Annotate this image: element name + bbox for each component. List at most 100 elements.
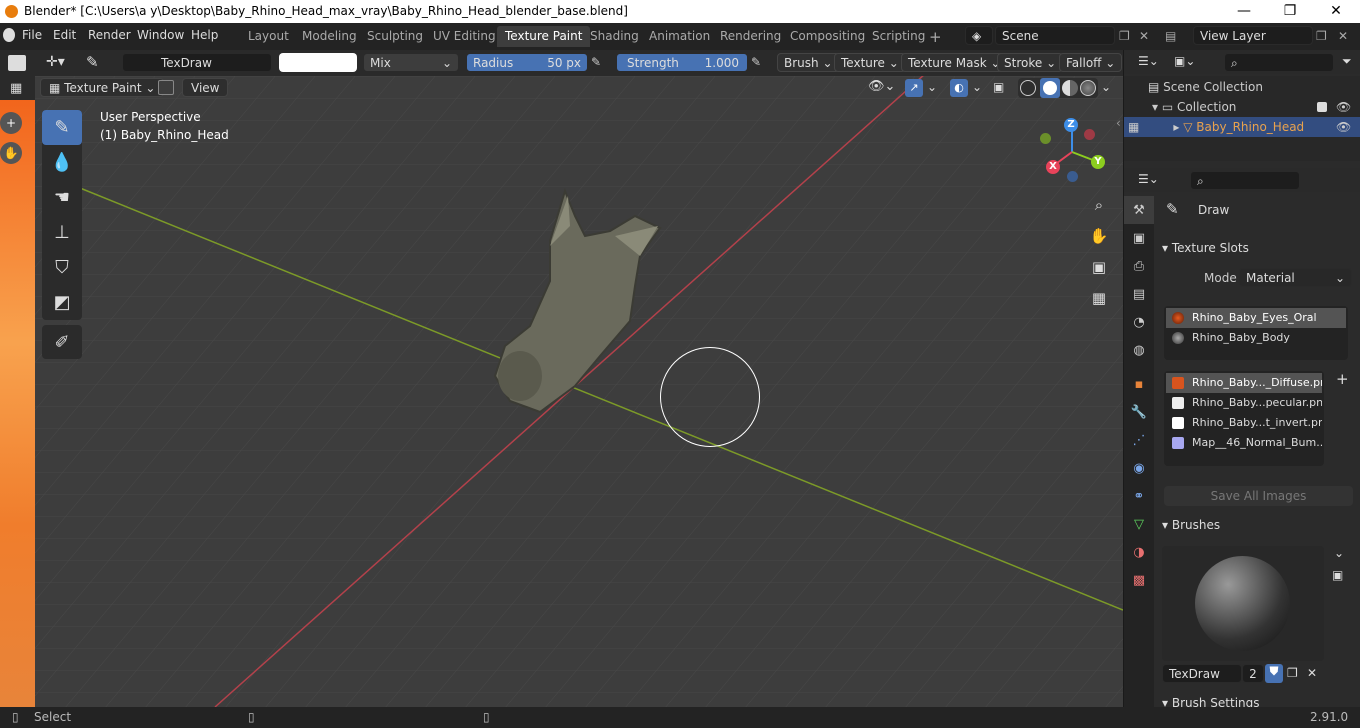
view-layer-tab-icon[interactable]: ▤ [1124, 280, 1154, 308]
list-item[interactable]: Map__46_Normal_Bum... [1166, 433, 1322, 453]
list-item[interactable]: Rhino_Baby_Body [1166, 328, 1346, 348]
filter-icon[interactable]: ⏷ [1342, 54, 1352, 69]
3d-viewport[interactable]: User Perspective (1) Baby_Rhino_Head Z Y… [35, 76, 1123, 707]
tool-tab-icon[interactable]: ⚒ [1124, 196, 1154, 224]
texture-slots-header[interactable]: ▾ Texture Slots [1162, 241, 1249, 255]
smear-tool-icon[interactable]: ☚ [42, 180, 82, 215]
sidebar-toggle-icon[interactable]: ‹ [1116, 116, 1121, 130]
eye-icon[interactable]: 👁 [1336, 97, 1351, 117]
eye-icon[interactable]: 👁 [1336, 117, 1351, 137]
editor-type-icon[interactable] [8, 55, 26, 71]
radius-pressure-icon[interactable]: ✎ [591, 55, 601, 69]
outliner-editor-icon[interactable]: ☰⌄ [1138, 54, 1159, 68]
outliner-row-scene-collection[interactable]: ▤ Scene Collection [1124, 77, 1360, 97]
visibility-icon[interactable]: 👁⌄ [868, 79, 895, 94]
brush-name-field[interactable]: TexDraw [122, 53, 272, 72]
new-scene-icon[interactable]: ❐ [1119, 29, 1130, 43]
menu-window[interactable]: Window [137, 28, 184, 42]
gizmo-x[interactable]: X [1046, 160, 1060, 174]
properties-editor-icon[interactable]: ☰⌄ [1138, 172, 1159, 186]
blend-mode-dropdown[interactable]: Mix ⌄ [363, 53, 459, 72]
add-image-icon[interactable]: + [1336, 370, 1349, 388]
pan-tool-icon[interactable]: ✋ [0, 142, 22, 164]
strength-slider[interactable]: Strength 1.000 [616, 53, 748, 72]
radius-slider[interactable]: Radius 50 px [466, 53, 588, 72]
delete-scene-icon[interactable]: ✕ [1139, 29, 1149, 43]
xray-icon[interactable]: ▣ [993, 80, 1004, 94]
gizmo-y[interactable]: Y [1091, 155, 1105, 169]
tab-animation[interactable]: Animation [641, 26, 718, 47]
gizmo-toggle-icon[interactable]: ↗ [905, 79, 923, 97]
physics-tab-icon[interactable]: ◉ [1124, 454, 1154, 482]
gizmo-z[interactable]: Z [1064, 118, 1078, 132]
unlink-brush-icon[interactable]: ✕ [1307, 666, 1317, 680]
falloff-menu[interactable]: Falloff ⌄ [1059, 53, 1123, 72]
tab-shading[interactable]: Shading [582, 26, 647, 47]
overlay-toggle-icon[interactable]: ◐ [950, 79, 968, 97]
close-button[interactable]: ✕ [1313, 0, 1359, 23]
mask-tool-icon[interactable]: ◩ [42, 285, 82, 320]
minimize-button[interactable]: — [1221, 0, 1267, 23]
annotate-tool-icon[interactable]: ✐ [42, 325, 82, 359]
zoom-icon[interactable]: ⌕ [1086, 192, 1112, 218]
pan-icon[interactable]: ✋ [1086, 223, 1112, 249]
tab-texture-paint[interactable]: Texture Paint [497, 26, 591, 47]
render-tab-icon[interactable]: ▣ [1124, 224, 1154, 252]
material-shading-icon[interactable] [1062, 80, 1078, 96]
view-layer-field[interactable]: View Layer [1193, 26, 1313, 45]
list-item[interactable]: Rhino_Baby..._Diffuse.png [1166, 373, 1322, 393]
camera-icon[interactable]: ▣ [1086, 254, 1112, 280]
stroke-menu[interactable]: Stroke ⌄ [997, 53, 1064, 72]
output-tab-icon[interactable]: ⎙ [1124, 252, 1154, 280]
texture-tab-icon[interactable]: ▩ [1124, 566, 1154, 594]
tab-rendering[interactable]: Rendering [712, 26, 789, 47]
particles-tab-icon[interactable]: ⋰ [1124, 426, 1154, 454]
new-view-layer-icon[interactable]: ❐ [1316, 29, 1327, 43]
overlay-menu-icon[interactable]: ⌄ [972, 80, 982, 94]
data-tab-icon[interactable]: ▽ [1124, 510, 1154, 538]
scene-field[interactable]: Scene [995, 26, 1115, 45]
texture-slots-icon[interactable]: ▦ [10, 81, 22, 96]
gizmo-neg-x[interactable] [1084, 129, 1095, 140]
mode-dropdown[interactable]: ▦ Texture Paint ⌄ [40, 78, 165, 97]
object-tab-icon[interactable]: ▪ [1124, 370, 1154, 398]
brush-users-count[interactable]: 2 [1242, 664, 1264, 683]
outliner-row-collection[interactable]: ▾ ▭ Collection 👁 [1124, 97, 1360, 117]
menu-help[interactable]: Help [191, 28, 218, 42]
maximize-button[interactable]: ❐ [1267, 0, 1313, 23]
tab-scripting[interactable]: Scripting [864, 26, 933, 47]
gizmo-menu-icon[interactable]: ⌄ [927, 80, 937, 94]
tab-sculpting[interactable]: Sculpting [359, 26, 431, 47]
texture-mask-menu[interactable]: Texture Mask ⌄ [901, 53, 1008, 72]
outliner-row-object[interactable]: ▦ ▸ ▽ Baby_Rhino_Head 👁 [1124, 117, 1360, 137]
mask-toggle[interactable] [158, 80, 174, 95]
world-tab-icon[interactable]: ◍ [1124, 336, 1154, 364]
add-workspace-icon[interactable]: + [929, 28, 942, 46]
properties-search[interactable]: ⌕ [1190, 171, 1300, 190]
list-item[interactable]: Rhino_Baby...t_invert.png [1166, 413, 1322, 433]
brush-icon[interactable]: ✎ [86, 53, 99, 71]
scene-tab-icon[interactable]: ◔ [1124, 308, 1154, 336]
brushes-header[interactable]: ▾ Brushes [1162, 518, 1220, 532]
brush-image-icon[interactable]: ▣ [1332, 568, 1343, 582]
gizmo-neg-z[interactable] [1067, 171, 1078, 182]
brush-preview[interactable] [1162, 546, 1324, 661]
wireframe-shading-icon[interactable] [1020, 80, 1036, 96]
shading-menu-icon[interactable]: ⌄ [1101, 80, 1111, 94]
color-swatch[interactable] [279, 53, 357, 72]
constraints-tab-icon[interactable]: ⚭ [1124, 482, 1154, 510]
fill-tool-icon[interactable]: ⛉ [42, 250, 82, 285]
solid-shading-button[interactable] [1040, 78, 1060, 98]
texture-menu[interactable]: Texture ⌄ [834, 53, 906, 72]
tab-modeling[interactable]: Modeling [294, 26, 365, 47]
strength-pressure-icon[interactable]: ✎ [751, 55, 761, 69]
delete-view-layer-icon[interactable]: ✕ [1338, 29, 1348, 43]
menu-file[interactable]: File [22, 28, 42, 42]
zoom-tool-icon[interactable]: + [0, 112, 22, 134]
blender-menu-icon[interactable] [3, 28, 15, 42]
list-item[interactable]: Rhino_Baby_Eyes_Oral [1166, 308, 1346, 328]
soften-tool-icon[interactable]: 💧 [42, 145, 82, 180]
tab-uv-editing[interactable]: UV Editing [425, 26, 504, 47]
brush-dropdown-icon[interactable]: ⌄ [1334, 546, 1344, 560]
draw-tool-icon[interactable]: ✎ [42, 110, 82, 145]
